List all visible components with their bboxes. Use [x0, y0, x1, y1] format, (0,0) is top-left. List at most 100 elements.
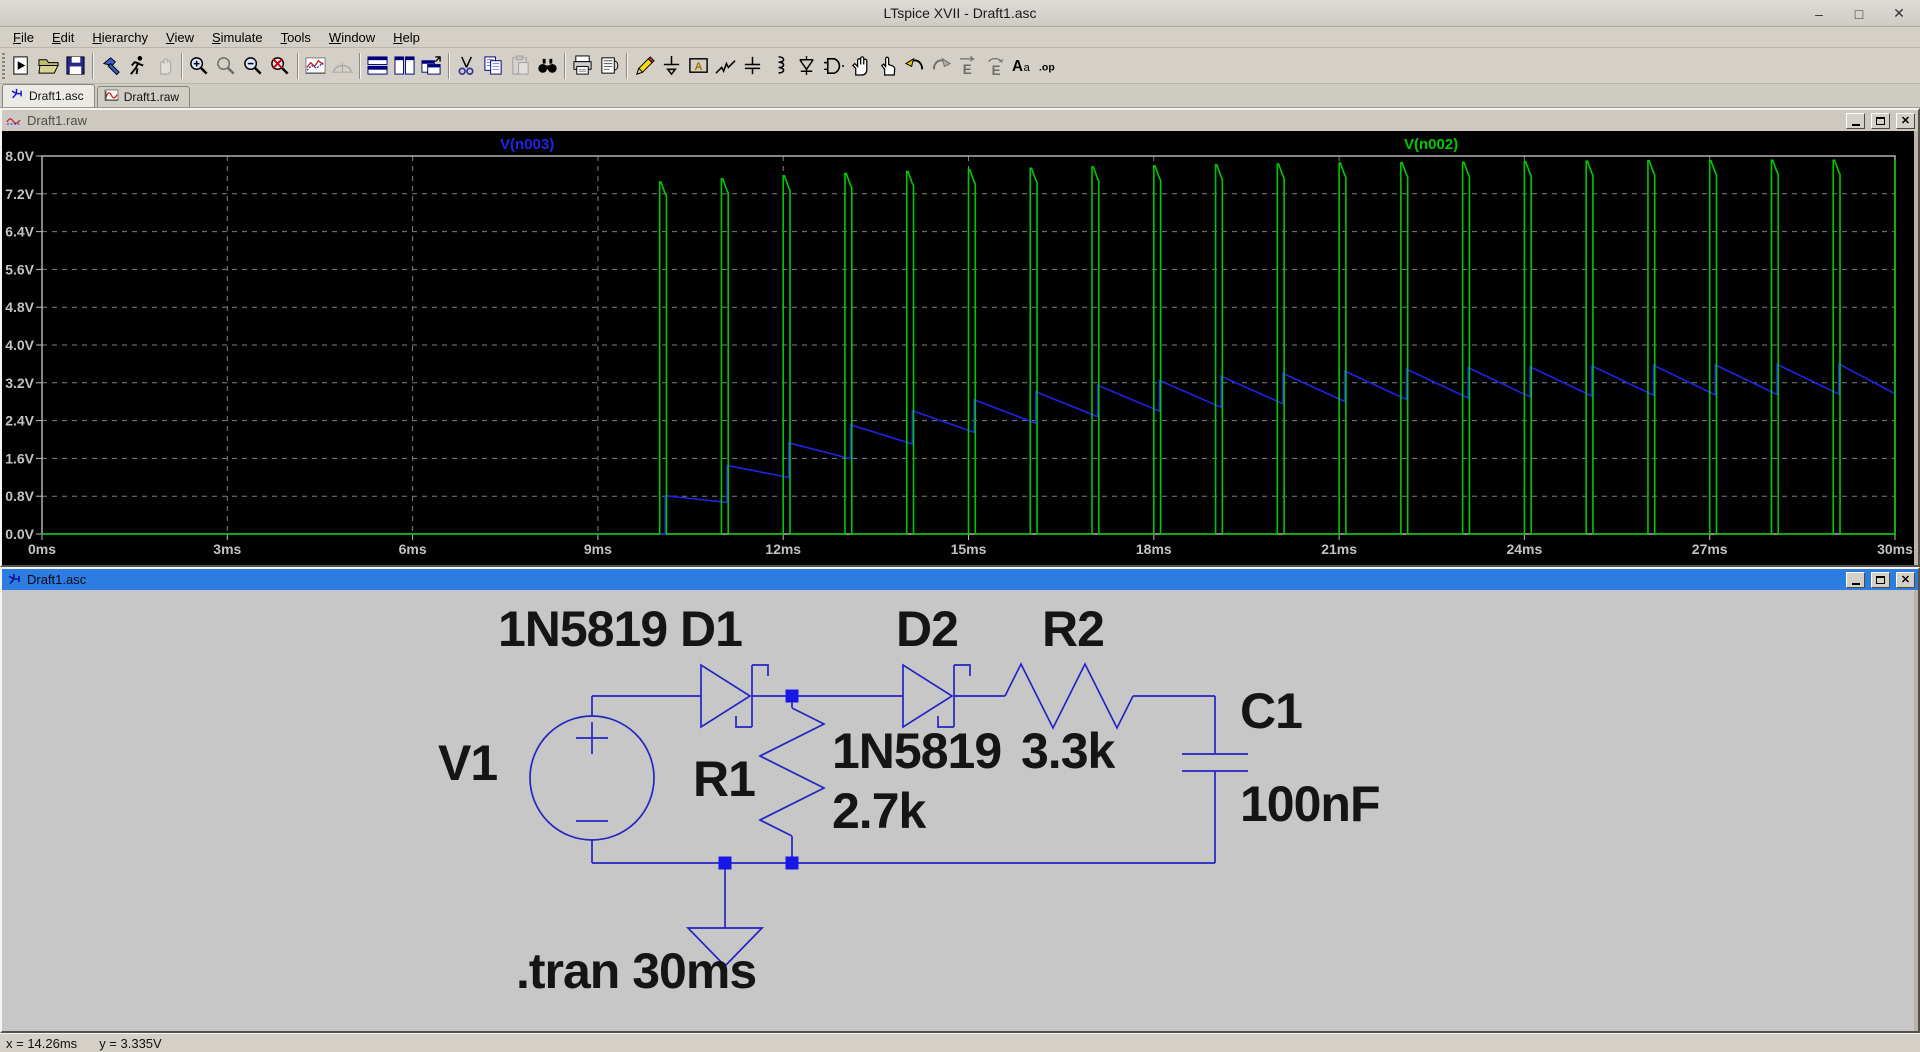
- rotate-button[interactable]: E: [982, 52, 1009, 80]
- autorange-y-button[interactable]: [302, 52, 329, 80]
- schematic-window-titlebar[interactable]: Draft1.asc ✕: [2, 569, 1918, 590]
- tab-draft1-asc[interactable]: Draft1.asc: [2, 84, 95, 107]
- resistor-button[interactable]: [712, 52, 739, 80]
- control-panel-button[interactable]: [97, 52, 124, 80]
- app-close-button[interactable]: ✕: [1886, 4, 1912, 24]
- trace-v-n002: [42, 160, 1895, 534]
- tab-draft1-raw[interactable]: Draft1.raw: [97, 86, 190, 107]
- y-tick-label: 0.0V: [5, 526, 34, 542]
- r2-name[interactable]: R2: [1042, 604, 1104, 654]
- toolbar-drag-handle[interactable]: [2, 53, 5, 79]
- app-minimize-button[interactable]: –: [1806, 4, 1832, 24]
- r2-resistor[interactable]: [1005, 664, 1133, 728]
- y-tick-label: 4.8V: [5, 299, 34, 315]
- r2-value[interactable]: 3.3k: [1021, 726, 1114, 776]
- text-button[interactable]: Aa: [1009, 52, 1036, 80]
- close-button[interactable]: ✕: [1896, 572, 1915, 588]
- copy-button[interactable]: [480, 52, 507, 80]
- new-schematic-button[interactable]: [8, 52, 35, 80]
- app-titlebar: LTspice XVII - Draft1.asc – □ ✕: [0, 0, 1920, 27]
- minimize-button[interactable]: [1846, 572, 1865, 588]
- r1-value[interactable]: 2.7k: [832, 786, 925, 836]
- maximize-button[interactable]: [1871, 113, 1890, 129]
- zoom-full-extents-button[interactable]: [267, 52, 294, 80]
- run-button[interactable]: [124, 52, 151, 80]
- menu-window[interactable]: Window: [320, 28, 384, 47]
- x-tick-label: 18ms: [1136, 541, 1172, 557]
- spice-directive-text[interactable]: .tran 30ms: [516, 946, 756, 996]
- toolbar-separator: [359, 53, 361, 79]
- plus-sign: [576, 722, 608, 754]
- inductor-button[interactable]: [766, 52, 793, 80]
- menu-file[interactable]: File: [4, 28, 43, 47]
- tab-label: Draft1.asc: [29, 89, 84, 103]
- diode-button[interactable]: [793, 52, 820, 80]
- mdi-area: Draft1.raw ✕ 0ms3ms6ms9ms12ms15ms18ms21m…: [0, 108, 1920, 1033]
- cascade-button[interactable]: [418, 52, 445, 80]
- c1-value[interactable]: 100nF: [1240, 779, 1380, 829]
- trace-label-v-n002[interactable]: V(n002): [1404, 136, 1458, 153]
- r1-resistor[interactable]: [760, 708, 824, 836]
- print-button[interactable]: [569, 52, 596, 80]
- d2-value[interactable]: 1N5819: [832, 726, 1001, 776]
- move-button[interactable]: [847, 52, 874, 80]
- y-tick-label: 8.0V: [5, 148, 34, 164]
- fft-button[interactable]: [329, 52, 356, 80]
- minimize-button[interactable]: [1846, 113, 1865, 129]
- menu-hierarchy[interactable]: Hierarchy: [83, 28, 157, 47]
- find-button[interactable]: [534, 52, 561, 80]
- mirror-button[interactable]: E: [955, 52, 982, 80]
- v1-name[interactable]: V1: [438, 738, 497, 788]
- waveform-window-title: Draft1.raw: [27, 113, 87, 128]
- zoom-back-button[interactable]: [213, 52, 240, 80]
- menu-help[interactable]: Help: [384, 28, 429, 47]
- v1-source[interactable]: [530, 716, 654, 840]
- svg-text:A: A: [694, 61, 702, 73]
- drag-button[interactable]: [874, 52, 901, 80]
- r1-name[interactable]: R1: [693, 754, 755, 804]
- y-tick-label: 1.6V: [5, 450, 34, 466]
- waveform-plot[interactable]: 0ms3ms6ms9ms12ms15ms18ms21ms24ms27ms30ms…: [2, 131, 1914, 565]
- menu-tools[interactable]: Tools: [272, 28, 320, 47]
- undo-button[interactable]: [901, 52, 928, 80]
- c1-name[interactable]: C1: [1240, 686, 1302, 736]
- c1-capacitor[interactable]: [1182, 754, 1248, 771]
- trace-label-v-n003[interactable]: V(n003): [500, 136, 554, 153]
- waveform-window-titlebar[interactable]: Draft1.raw ✕: [2, 110, 1918, 131]
- menu-edit[interactable]: Edit: [43, 28, 83, 47]
- app-maximize-button[interactable]: □: [1846, 4, 1872, 24]
- svg-text:a: a: [1023, 62, 1030, 74]
- zoom-in-button[interactable]: [186, 52, 213, 80]
- y-tick-label: 3.2V: [5, 375, 34, 391]
- svg-text:E: E: [963, 62, 972, 76]
- net-label-button[interactable]: A: [685, 52, 712, 80]
- tile-vertical-button[interactable]: [391, 52, 418, 80]
- component-button[interactable]: [820, 52, 847, 80]
- d1-label[interactable]: 1N5819 D1: [498, 604, 742, 654]
- cut-button[interactable]: [453, 52, 480, 80]
- draw-wire-button[interactable]: [631, 52, 658, 80]
- schematic-canvas[interactable]: 1N5819 D1 D2 R2 1N5819 3.3k R1 2.7k V1 C…: [2, 590, 1914, 1031]
- toolbar-separator: [181, 53, 183, 79]
- toolbar-separator: [448, 53, 450, 79]
- ground-button[interactable]: [658, 52, 685, 80]
- zoom-out-button[interactable]: [240, 52, 267, 80]
- menu-view[interactable]: View: [157, 28, 203, 47]
- x-tick-label: 21ms: [1321, 541, 1357, 557]
- maximize-button[interactable]: [1871, 572, 1890, 588]
- toolbar-separator: [297, 53, 299, 79]
- print-preview-button[interactable]: [596, 52, 623, 80]
- redo-button[interactable]: [928, 52, 955, 80]
- capacitor-button[interactable]: [739, 52, 766, 80]
- tab-label: Draft1.raw: [124, 90, 179, 104]
- spice-directive-button[interactable]: .op: [1036, 52, 1063, 80]
- halt-button[interactable]: [151, 52, 178, 80]
- tile-horizontal-button[interactable]: [364, 52, 391, 80]
- open-button[interactable]: [35, 52, 62, 80]
- paste-button[interactable]: [507, 52, 534, 80]
- save-button[interactable]: [62, 52, 89, 80]
- close-button[interactable]: ✕: [1896, 113, 1915, 129]
- app-title: LTspice XVII - Draft1.asc: [0, 5, 1920, 21]
- menu-simulate[interactable]: Simulate: [203, 28, 272, 47]
- d2-name[interactable]: D2: [896, 604, 958, 654]
